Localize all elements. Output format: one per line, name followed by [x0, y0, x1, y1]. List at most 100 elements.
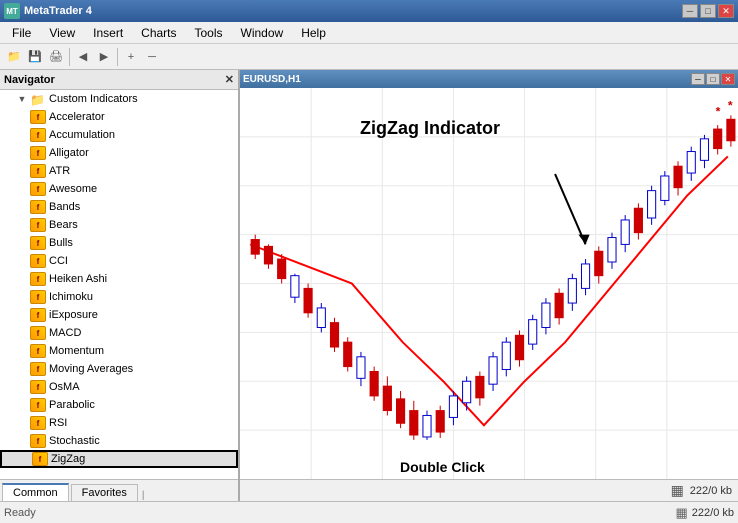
tree-item-momentum[interactable]: f Momentum — [0, 342, 238, 360]
svg-text:*: * — [728, 99, 733, 113]
tree-item-alligator[interactable]: f Alligator — [0, 144, 238, 162]
tree-item-cci[interactable]: f CCI — [0, 252, 238, 270]
menu-charts[interactable]: Charts — [133, 24, 184, 42]
tab-common[interactable]: Common — [2, 483, 69, 501]
indicator-icon: f — [30, 398, 46, 412]
navigator-title: Navigator — [4, 74, 55, 86]
toolbar-group: 📁 💾 🖨 ◀ ▶ + ─ — [4, 47, 162, 67]
status-kb-info: 222/0 kb — [692, 507, 734, 519]
tree-item-osma[interactable]: f OsMA — [0, 378, 238, 396]
maximize-button[interactable]: □ — [700, 4, 716, 18]
indicator-icon: f — [30, 236, 46, 250]
grid-icon: ▦ — [671, 482, 684, 499]
title-bar: MT MetaTrader 4 ─ □ ✕ — [0, 0, 738, 22]
menu-window[interactable]: Window — [233, 24, 292, 42]
indicator-icon: f — [30, 164, 46, 178]
indicator-icon: f — [30, 200, 46, 214]
inner-title-bar: EURUSD,H1 ─ □ ✕ — [240, 70, 738, 88]
chart-memory-info: 222/0 kb — [690, 485, 732, 497]
main-content: Navigator ✕ ▼ 📁 Custom Indicators f Acce… — [0, 70, 738, 501]
title-bar-controls: ─ □ ✕ — [682, 4, 734, 18]
tree-item-parabolic[interactable]: f Parabolic — [0, 396, 238, 414]
indicator-icon: f — [30, 380, 46, 394]
indicator-icon: f — [30, 434, 46, 448]
toolbar-btn-1[interactable]: 📁 — [4, 47, 24, 67]
indicator-icon: f — [30, 254, 46, 268]
tree-item-bulls[interactable]: f Bulls — [0, 234, 238, 252]
indicator-icon: f — [30, 344, 46, 358]
indicator-icon: f — [30, 416, 46, 430]
status-bar: Ready ▦ 222/0 kb — [0, 501, 738, 523]
tree-item-iexposure[interactable]: f iExposure — [0, 306, 238, 324]
navigator-header: Navigator ✕ — [0, 70, 238, 90]
indicator-icon: f — [30, 110, 46, 124]
chart-area: EURUSD,H1 ─ □ ✕ — [240, 70, 738, 501]
tree-item-bands[interactable]: f Bands — [0, 198, 238, 216]
root-label: Custom Indicators — [49, 93, 138, 105]
inner-close-button[interactable]: ✕ — [721, 73, 735, 85]
navigator-tree: ▼ 📁 Custom Indicators f Accelerator f Ac… — [0, 90, 238, 479]
chart-status-bar: ▦ 222/0 kb — [240, 479, 738, 501]
tab-separator: | — [142, 490, 145, 501]
indicator-icon: f — [30, 272, 46, 286]
indicator-icon: f — [30, 128, 46, 142]
app-icon: MT — [4, 3, 20, 19]
indicator-icon: f — [30, 290, 46, 304]
close-button[interactable]: ✕ — [718, 4, 734, 18]
tab-favorites[interactable]: Favorites — [71, 484, 138, 501]
inner-window-controls: ─ □ ✕ — [691, 73, 735, 85]
tree-item-accelerator[interactable]: f Accelerator — [0, 108, 238, 126]
tree-scroll[interactable]: ▼ 📁 Custom Indicators f Accelerator f Ac… — [0, 90, 238, 479]
inner-maximize-button[interactable]: □ — [706, 73, 720, 85]
status-text: Ready — [4, 507, 36, 519]
tree-item-atr[interactable]: f ATR — [0, 162, 238, 180]
chart-svg: * * * — [240, 88, 738, 479]
toolbar-btn-4[interactable]: ◀ — [73, 47, 93, 67]
menu-view[interactable]: View — [41, 24, 83, 42]
navigator-tabs: Common Favorites | — [0, 479, 238, 501]
indicator-icon: f — [30, 182, 46, 196]
toolbar-btn-3[interactable]: 🖨 — [46, 47, 66, 67]
menu-file[interactable]: File — [4, 24, 39, 42]
menu-insert[interactable]: Insert — [85, 24, 131, 42]
indicator-icon: f — [30, 308, 46, 322]
app-title: MetaTrader 4 — [24, 5, 92, 17]
tree-item-heiken-ashi[interactable]: f Heiken Ashi — [0, 270, 238, 288]
inner-window: EURUSD,H1 ─ □ ✕ — [240, 70, 738, 501]
tree-item-bears[interactable]: f Bears — [0, 216, 238, 234]
indicator-icon: f — [30, 326, 46, 340]
double-click-label: Double Click — [400, 459, 485, 475]
folder-icon: 📁 — [30, 93, 46, 105]
navigator-close-button[interactable]: ✕ — [225, 73, 234, 86]
menu-tools[interactable]: Tools — [187, 24, 231, 42]
status-right: ▦ 222/0 kb — [676, 505, 735, 521]
tree-item-stochastic[interactable]: f Stochastic — [0, 432, 238, 450]
toolbar-btn-5[interactable]: ▶ — [94, 47, 114, 67]
menu-bar: File View Insert Charts Tools Window Hel… — [0, 22, 738, 44]
candlestick-chart: * * * ZigZag Indicator Double Click — [240, 88, 738, 479]
indicator-icon: f — [30, 146, 46, 160]
indicator-icon: f — [30, 362, 46, 376]
tree-item-zigzag[interactable]: f ZigZag — [0, 450, 238, 468]
minimize-button[interactable]: ─ — [682, 4, 698, 18]
inner-minimize-button[interactable]: ─ — [691, 73, 705, 85]
tree-item-ichimoku[interactable]: f Ichimoku — [0, 288, 238, 306]
status-left: Ready — [4, 507, 36, 519]
indicator-icon: f — [32, 452, 48, 466]
toolbar-btn-6[interactable]: + — [121, 47, 141, 67]
inner-window-title: EURUSD,H1 — [243, 74, 301, 85]
menu-help[interactable]: Help — [293, 24, 334, 42]
toolbar: 📁 💾 🖨 ◀ ▶ + ─ — [0, 44, 738, 70]
tree-item-awesome[interactable]: f Awesome — [0, 180, 238, 198]
indicator-icon: f — [30, 218, 46, 232]
tree-item-accumulation[interactable]: f Accumulation — [0, 126, 238, 144]
tree-item-moving-averages[interactable]: f Moving Averages — [0, 360, 238, 378]
tree-item-rsi[interactable]: f RSI — [0, 414, 238, 432]
tree-root-custom-indicators[interactable]: ▼ 📁 Custom Indicators — [0, 90, 238, 108]
toolbar-btn-7[interactable]: ─ — [142, 47, 162, 67]
svg-text:*: * — [716, 105, 721, 119]
expand-icon: ▼ — [16, 93, 28, 105]
tree-item-macd[interactable]: f MACD — [0, 324, 238, 342]
status-grid-icon: ▦ — [676, 505, 688, 521]
toolbar-btn-2[interactable]: 💾 — [25, 47, 45, 67]
